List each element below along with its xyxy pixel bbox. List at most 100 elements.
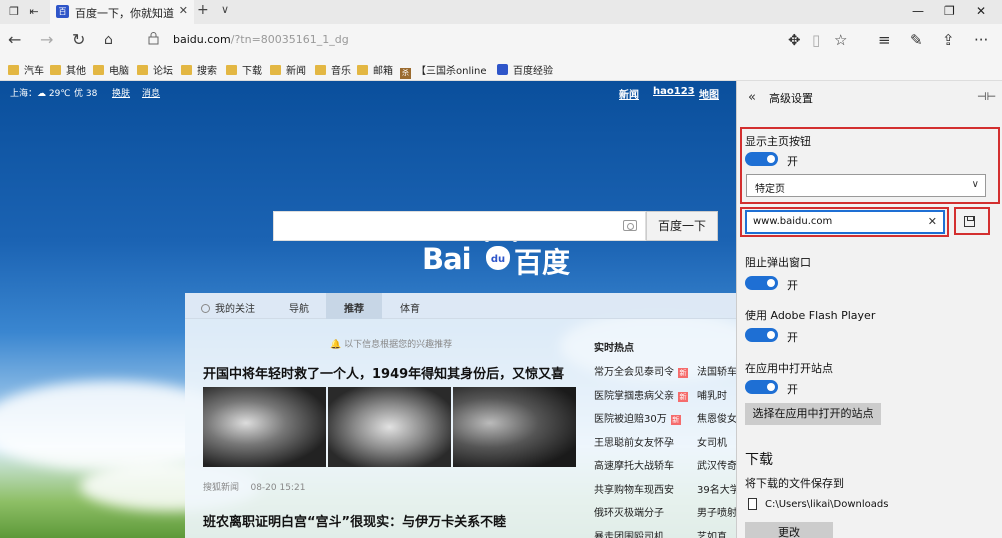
- hot-topic-item[interactable]: 哺乳时: [697, 387, 727, 402]
- close-tab-icon[interactable]: ✕: [179, 4, 188, 17]
- air-quality-text: 优 38: [74, 89, 98, 99]
- open-in-app-label: 在应用中打开站点: [745, 362, 833, 375]
- window-close-icon[interactable]: ✕: [976, 4, 986, 18]
- home-icon[interactable]: ⌂: [104, 30, 113, 50]
- tab-baidu[interactable]: 百 百度一下，你就知道 ✕: [50, 0, 194, 24]
- weather-text: 上海：☁ 29℃: [10, 89, 71, 99]
- extension-icon[interactable]: ✥: [788, 30, 801, 50]
- news-link[interactable]: 新闻: [619, 86, 639, 101]
- home-url-input[interactable]: www.baidu.com ✕: [745, 210, 945, 234]
- tab-nav[interactable]: 导航: [289, 300, 309, 315]
- news-photo[interactable]: [203, 387, 326, 467]
- hot-topic-item[interactable]: 法国轿车: [697, 363, 736, 378]
- bookmark-folder[interactable]: 新闻: [270, 62, 306, 77]
- clear-icon[interactable]: ✕: [928, 215, 937, 228]
- recommend-hint: 🔔 以下信息根据您的兴趣推荐: [330, 340, 453, 350]
- open-in-app-toggle[interactable]: [745, 380, 778, 394]
- folder-icon: [137, 65, 148, 75]
- hot-topic-item[interactable]: 医院掌掴患病父亲新: [594, 387, 688, 402]
- search-input[interactable]: [273, 211, 646, 241]
- new-badge: 新: [678, 368, 688, 378]
- save-icon[interactable]: [964, 216, 975, 227]
- skin-link[interactable]: 换肤: [112, 86, 130, 99]
- bookmark-folder[interactable]: 搜索: [181, 62, 217, 77]
- back-icon[interactable]: ←: [8, 30, 21, 50]
- hot-topic-text: 暴走团围殴司机: [594, 531, 664, 538]
- hot-topic-item[interactable]: 常万全会见泰司令新: [594, 363, 688, 378]
- news-headline-2[interactable]: 班农离职证明白宫“宫斗”很现实：与伊万卡关系不睦: [203, 511, 506, 530]
- bookmark-site[interactable]: 百度经验: [497, 62, 553, 77]
- tab-label: 我的关注: [215, 304, 255, 315]
- advanced-settings-panel: « 高级设置 ⊣⊢ 显示主页按钮 开 特定页 ∨ www.baidu.com ✕…: [736, 81, 1002, 538]
- map-link[interactable]: 地图: [699, 86, 719, 101]
- hot-topic-text: 俄环灭极端分子: [594, 508, 664, 519]
- tab-my-follow[interactable]: 我的关注: [201, 300, 255, 315]
- hot-topic-item[interactable]: 王思聪前女友怀孕: [594, 434, 674, 449]
- search-button[interactable]: 百度一下: [646, 211, 718, 241]
- logo-latin: Bai: [422, 242, 472, 276]
- restore-icon[interactable]: ❐: [944, 4, 955, 18]
- bookmark-folder[interactable]: 音乐: [315, 62, 351, 77]
- tab-recommend[interactable]: 推荐: [326, 293, 382, 319]
- favorites-bar: 汽车 其他 电脑 论坛 搜索 下载 新闻 音乐 邮箱 杀【三国杀online 百…: [0, 56, 1002, 81]
- favorite-star-icon[interactable]: ☆: [834, 30, 847, 50]
- bookmark-label: 电脑: [109, 66, 129, 77]
- tab-manager-icon[interactable]: ❐: [6, 4, 22, 20]
- pen-icon[interactable]: ✎: [910, 30, 923, 50]
- folder-icon: [270, 65, 281, 75]
- folder-icon: [50, 65, 61, 75]
- bookmark-folder[interactable]: 其他: [50, 62, 86, 77]
- bookmark-folder[interactable]: 论坛: [137, 62, 173, 77]
- back-chevron-icon[interactable]: «: [748, 90, 756, 105]
- news-photo[interactable]: [328, 387, 451, 467]
- hot-topic-item[interactable]: 俄环灭极端分子: [594, 504, 664, 519]
- back-tabs-icon[interactable]: ⇤: [26, 4, 42, 20]
- change-button[interactable]: 更改: [745, 522, 833, 538]
- home-button-label: 显示主页按钮: [745, 135, 811, 148]
- news-photo[interactable]: [453, 387, 576, 467]
- home-button-toggle[interactable]: [745, 152, 778, 166]
- bookmark-label: 邮箱: [373, 66, 393, 77]
- home-page-select[interactable]: 特定页 ∨: [746, 174, 986, 197]
- message-link[interactable]: 消息: [142, 86, 160, 99]
- more-icon[interactable]: ···: [974, 30, 988, 50]
- hot-topic-text: 高速摩托大战轿车: [594, 461, 674, 472]
- choose-apps-button[interactable]: 选择在应用中打开的站点: [745, 403, 881, 425]
- address-input[interactable]: baidu.com/?tn=80035161_1_dg: [173, 33, 349, 46]
- bookmark-folder[interactable]: 电脑: [93, 62, 129, 77]
- forward-icon[interactable]: →: [40, 30, 53, 50]
- pin-icon[interactable]: ⊣⊢: [977, 90, 996, 103]
- folder-icon: [93, 65, 104, 75]
- hot-topic-item[interactable]: 暴走团围殴司机: [594, 528, 664, 538]
- camera-icon[interactable]: [623, 220, 637, 231]
- hot-topic-text: 医院被迫赔30万: [594, 414, 667, 425]
- source-name: 搜狐新闻: [203, 483, 240, 493]
- new-tab-icon[interactable]: +: [197, 2, 209, 18]
- bookmark-folder[interactable]: 邮箱: [357, 62, 393, 77]
- toggle-state: 开: [787, 155, 798, 168]
- bookmark-site[interactable]: 杀【三国杀online: [400, 62, 487, 79]
- news-headline[interactable]: 开国中将年轻时救了一个人，1949年得知其身份后，又惊又喜: [203, 363, 564, 382]
- tab-sports[interactable]: 体育: [400, 300, 420, 315]
- hub-menu-icon[interactable]: ≡: [878, 30, 891, 50]
- refresh-icon[interactable]: ↻: [72, 30, 85, 50]
- bookmark-label: 其他: [66, 66, 86, 77]
- hot-topic-item[interactable]: 39名大学: [697, 481, 736, 496]
- hot-topic-item[interactable]: 高速摩托大战轿车: [594, 457, 674, 472]
- hot-topic-item[interactable]: 女司机: [697, 434, 727, 449]
- reading-view-icon[interactable]: ▯: [812, 30, 820, 50]
- hot-topic-item[interactable]: 艺如真: [697, 528, 727, 538]
- flash-toggle[interactable]: [745, 328, 778, 342]
- minimize-icon[interactable]: —: [912, 4, 924, 18]
- hot-topic-item[interactable]: 焦恩俊女: [697, 410, 736, 425]
- chevron-down-icon[interactable]: ∨: [221, 3, 229, 16]
- hot-topic-item[interactable]: 共享购物车现西安: [594, 481, 674, 496]
- hot-topic-item[interactable]: 医院被迫赔30万新: [594, 410, 681, 425]
- bookmark-folder[interactable]: 下载: [226, 62, 262, 77]
- bookmark-folder[interactable]: 汽车: [8, 62, 44, 77]
- hot-topic-item[interactable]: 男子喷射: [697, 504, 736, 519]
- popup-toggle[interactable]: [745, 276, 778, 290]
- share-icon[interactable]: ⇪: [942, 30, 955, 50]
- hao123-link[interactable]: hao123: [653, 86, 695, 97]
- hot-topic-item[interactable]: 武汉传奇: [697, 457, 736, 472]
